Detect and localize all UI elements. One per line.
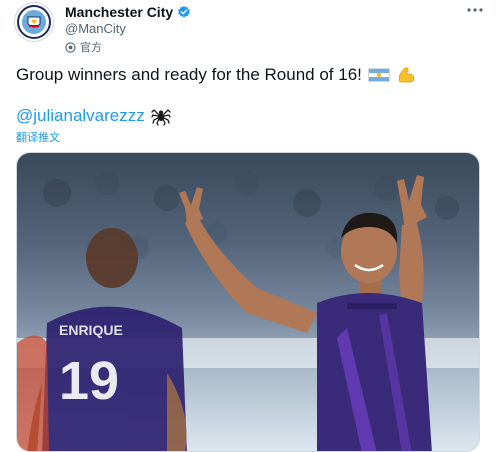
display-name[interactable]: Manchester City [65,4,173,20]
tweet-header: Manchester City @ManCity 官方 [65,4,191,54]
tweet-card: Manchester City @ManCity 官方 Group winner… [0,0,500,452]
tweet-body: Group winners and ready for the Round of… [16,65,362,84]
more-options-button[interactable] [464,2,486,18]
teammate-figure [27,228,187,451]
mancity-crest-avatar[interactable] [14,2,54,42]
more-dots-icon [467,8,483,12]
mancity-crest-icon [17,5,51,39]
verified-badge-icon [178,5,190,18]
mention-row: @julianalvarezzz [16,106,171,126]
translate-tweet-link[interactable]: 翻译推文 [16,129,60,145]
tweet-text: Group winners and ready for the Round of… [16,64,416,86]
official-label-row: 官方 [65,40,191,54]
tweet-photo[interactable]: ENRIQUE 19 [16,152,480,452]
player-celebration-illustration: ENRIQUE 19 [17,171,479,451]
official-label: 官方 [80,42,102,54]
name-row: Manchester City [65,4,191,20]
spider-icon [151,109,171,126]
flexed-biceps-icon [398,67,415,83]
jersey-number: 19 [59,351,119,411]
user-handle[interactable]: @ManCity [65,21,191,36]
argentina-flag-icon [367,68,390,82]
jersey-name: ENRIQUE [59,322,123,338]
official-clock-icon [65,41,76,53]
mention-link[interactable]: @julianalvarezzz [16,106,145,126]
